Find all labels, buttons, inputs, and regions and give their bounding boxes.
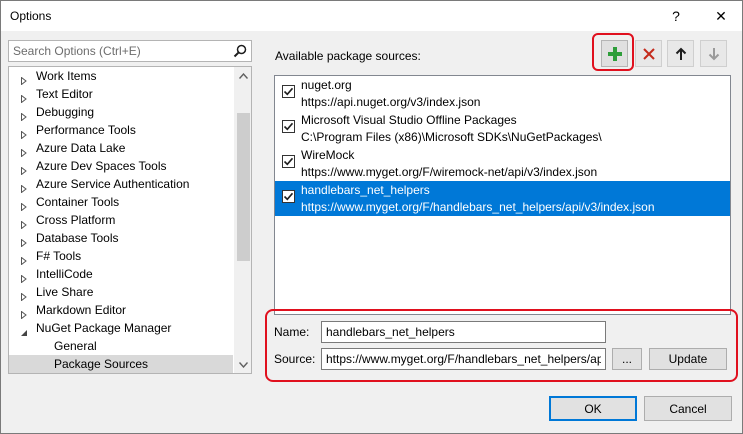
list-item[interactable]: handlebars_net_helpers https://www.myget.… (275, 181, 730, 216)
source-checkbox[interactable] (282, 190, 295, 203)
remove-x-icon (642, 47, 655, 60)
source-name: handlebars_net_helpers (301, 183, 430, 197)
available-sources-label: Available package sources: (275, 49, 421, 63)
collapsed-arrow-icon[interactable] (20, 126, 28, 140)
collapsed-arrow-icon[interactable] (20, 162, 28, 176)
tree-item[interactable]: Live Share (9, 283, 233, 302)
scroll-down-arrow-icon[interactable] (235, 356, 251, 373)
list-item[interactable]: WireMock https://www.myget.org/F/wiremock… (275, 146, 730, 181)
collapsed-arrow-icon[interactable] (20, 90, 28, 104)
tree-item[interactable]: General (9, 337, 233, 355)
window-title: Options (10, 9, 52, 23)
tree-item-label: Container Tools (36, 195, 120, 209)
scroll-up-arrow-icon[interactable] (235, 67, 251, 84)
tree-item[interactable]: IntelliCode (9, 265, 233, 284)
tree-item[interactable]: Container Tools (9, 193, 233, 212)
tree-item[interactable]: Package Sources (9, 355, 233, 373)
tree-item[interactable]: Cross Platform (9, 211, 233, 230)
tree-item[interactable]: Azure Dev Spaces Tools (9, 157, 233, 176)
cancel-button[interactable]: Cancel (644, 396, 732, 421)
tree-item[interactable]: Work Items (9, 67, 233, 86)
collapsed-arrow-icon[interactable] (20, 216, 28, 230)
source-name: WireMock (301, 148, 355, 162)
source-url: https://www.myget.org/F/wiremock-net/api… (301, 165, 598, 179)
ok-button[interactable]: OK (549, 396, 637, 421)
name-input[interactable] (321, 321, 606, 343)
tree-item-label: Markdown Editor (36, 303, 127, 317)
tree-item-label: Performance Tools (36, 123, 136, 137)
plus-icon (607, 46, 622, 61)
move-down-button[interactable] (700, 40, 727, 67)
source-checkbox[interactable] (282, 155, 295, 168)
source-url: https://www.myget.org/F/handlebars_net_h… (301, 200, 655, 214)
collapsed-arrow-icon[interactable] (20, 306, 28, 320)
tree-item-label: Text Editor (36, 87, 93, 101)
remove-source-button[interactable] (635, 40, 662, 67)
search-icon[interactable] (232, 43, 248, 59)
collapsed-arrow-icon[interactable] (20, 144, 28, 158)
tree-item-label: Package Sources (54, 357, 149, 371)
source-name: nuget.org (301, 78, 352, 92)
tree-scrollbar[interactable] (234, 67, 251, 373)
collapsed-arrow-icon[interactable] (20, 270, 28, 284)
help-button[interactable]: ? (656, 1, 696, 31)
tree-item-label: Debugging (36, 105, 95, 119)
list-item[interactable]: Microsoft Visual Studio Offline Packages… (275, 111, 730, 146)
tree-item[interactable]: Database Tools (9, 229, 233, 248)
tree-item[interactable]: Performance Tools (9, 121, 233, 140)
tree-item[interactable]: F# Tools (9, 247, 233, 266)
tree-item-label: NuGet Package Manager (36, 321, 172, 335)
search-input[interactable] (9, 41, 229, 61)
tree-item-label: Azure Service Authentication (36, 177, 190, 191)
package-sources-list: nuget.org https://api.nuget.org/v3/index.… (274, 75, 731, 315)
tree-item[interactable]: Debugging (9, 103, 233, 122)
tree-item-label: Database Tools (36, 231, 119, 245)
tree-item-label: Azure Dev Spaces Tools (36, 159, 167, 173)
move-up-button[interactable] (667, 40, 694, 67)
search-box[interactable] (8, 40, 252, 62)
source-checkbox[interactable] (282, 85, 295, 98)
arrow-down-icon (708, 47, 719, 60)
browse-button[interactable]: ... (612, 348, 642, 370)
collapsed-arrow-icon[interactable] (20, 72, 28, 86)
tree-item[interactable]: Text Editor (9, 85, 233, 104)
tree-item[interactable]: Markdown Editor (9, 301, 233, 320)
tree-item-label: F# Tools (36, 249, 82, 263)
source-checkbox[interactable] (282, 120, 295, 133)
source-label: Source: (274, 352, 316, 366)
name-label: Name: (274, 325, 310, 339)
tree-item-label: IntelliCode (36, 267, 93, 281)
collapsed-arrow-icon[interactable] (20, 234, 28, 248)
update-button[interactable]: Update (649, 348, 727, 370)
source-url: C:\Program Files (x86)\Microsoft SDKs\Nu… (301, 130, 602, 144)
tree-item[interactable]: Azure Data Lake (9, 139, 233, 158)
list-item[interactable]: nuget.org https://api.nuget.org/v3/index.… (275, 76, 730, 111)
tree-item[interactable]: Azure Service Authentication (9, 175, 233, 194)
close-button[interactable]: ✕ (701, 1, 741, 31)
tree-item[interactable]: NuGet Package Manager (9, 319, 233, 337)
tree-item-label: Cross Platform (36, 213, 116, 227)
source-name: Microsoft Visual Studio Offline Packages (301, 113, 517, 127)
expanded-arrow-icon[interactable] (20, 324, 28, 336)
options-dialog: Options ? ✕ Work Items Text Editor Debuggi… (0, 0, 743, 434)
collapsed-arrow-icon[interactable] (20, 108, 28, 122)
fields-highlight (265, 309, 738, 382)
tree-item-label: Live Share (36, 285, 94, 299)
source-url: https://api.nuget.org/v3/index.json (301, 95, 481, 109)
collapsed-arrow-icon[interactable] (20, 252, 28, 266)
collapsed-arrow-icon[interactable] (20, 198, 28, 212)
source-input[interactable] (321, 348, 606, 370)
scroll-thumb[interactable] (237, 113, 250, 261)
options-tree: Work Items Text Editor Debugging Performanc… (8, 66, 252, 374)
collapsed-arrow-icon[interactable] (20, 180, 28, 194)
add-source-button[interactable] (601, 40, 628, 67)
arrow-up-icon (675, 47, 686, 60)
tree-item-label: Azure Data Lake (36, 141, 126, 155)
tree-item-label: Work Items (36, 69, 97, 83)
title-bar: Options ? ✕ (1, 1, 742, 31)
tree-item-label: General (54, 339, 97, 353)
collapsed-arrow-icon[interactable] (20, 288, 28, 302)
